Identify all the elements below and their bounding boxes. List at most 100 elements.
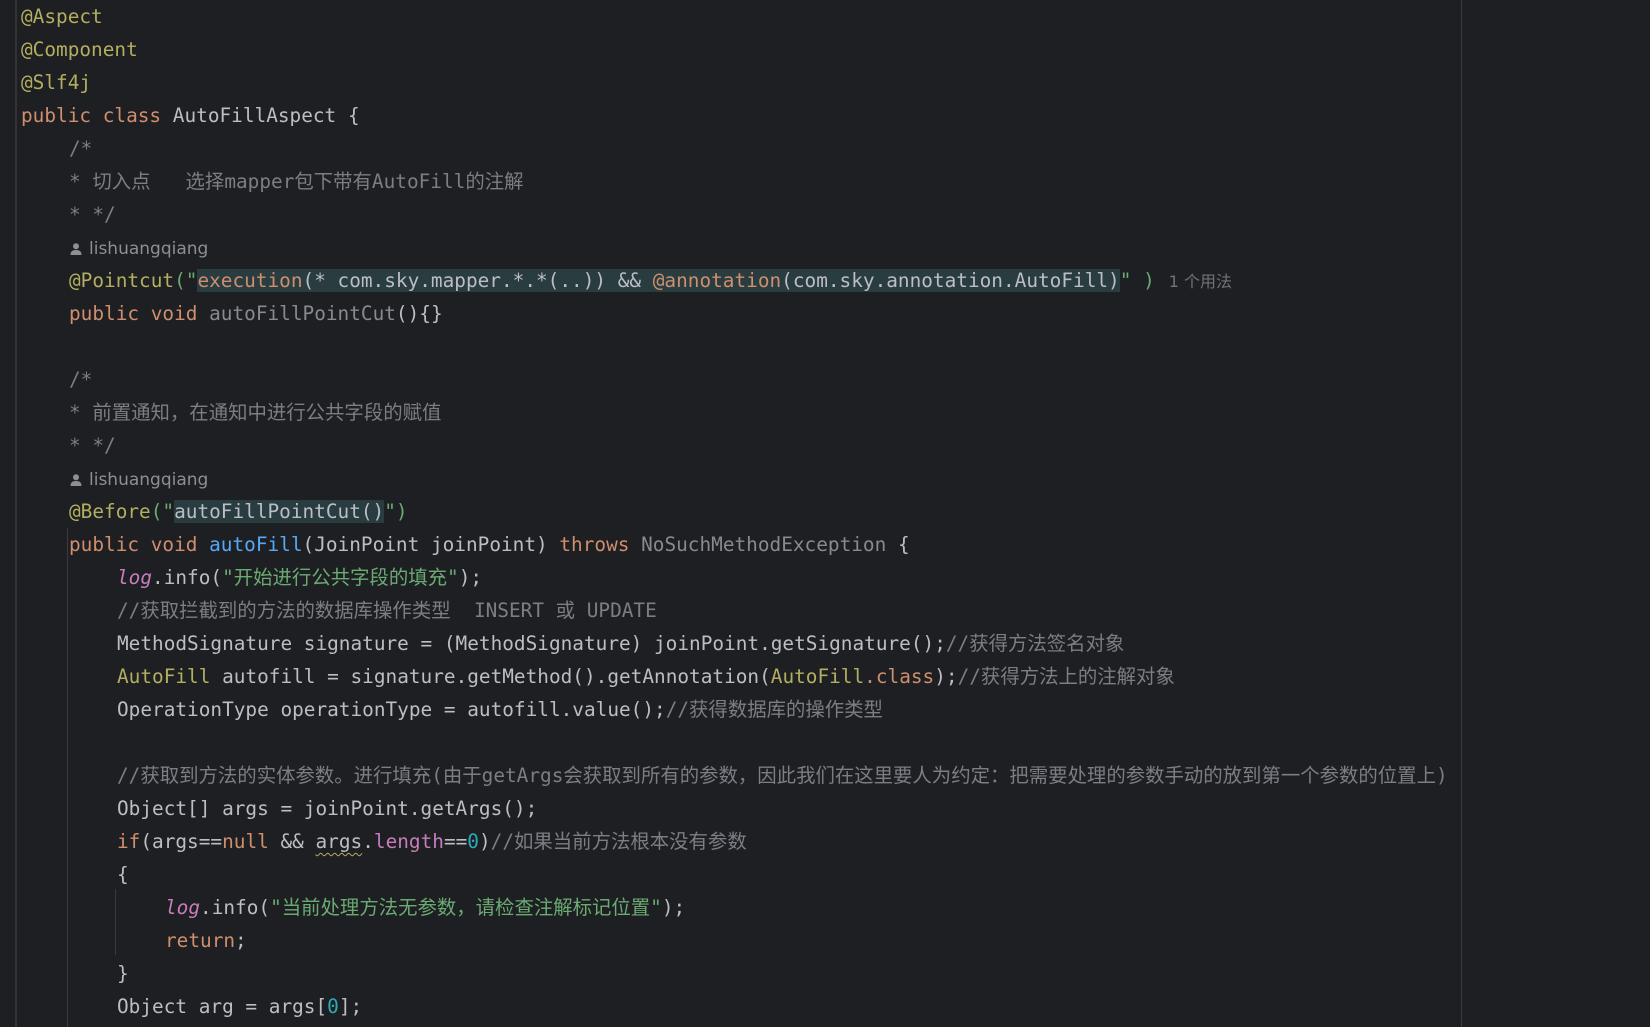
code-text: Object arg = args[ — [117, 995, 328, 1018]
code-line: @Before("autoFillPointCut()") — [21, 495, 1650, 528]
code-text: ) — [478, 830, 491, 853]
annotation: @Aspect — [21, 5, 103, 28]
code-line: @Component — [21, 33, 1650, 66]
comment: //获得数据库的操作类型 — [665, 698, 883, 721]
code-line: log.info("当前处理方法无参数，请检查注解标记位置"); — [21, 891, 1650, 924]
log-field: log — [165, 896, 201, 919]
code-line: @Pointcut("execution(* com.sky.mapper.*.… — [21, 264, 1650, 297]
expression-text: (com.sky.annotation.AutoFill) — [781, 269, 1120, 292]
exception-type: NoSuchMethodException — [641, 533, 887, 556]
code-line: Object arg = args[0]; — [21, 990, 1650, 1023]
code-area[interactable]: @Aspect @Component @Slf4j public class A… — [21, 0, 1650, 1023]
annotation: @Pointcut — [69, 269, 175, 292]
injected-expression: execution(* com.sky.mapper.*.*(..)) && @… — [197, 269, 1120, 292]
comment: //获得方法签名对象 — [945, 632, 1125, 655]
code-line: public void autoFillPointCut(){} — [21, 297, 1650, 330]
string-literal: "当前处理方法无参数，请检查注解标记位置" — [270, 896, 662, 919]
comment-line: * 切入点 选择mapper包下带有AutoFill的注解 — [69, 170, 524, 193]
brace: { — [347, 104, 360, 127]
person-icon — [70, 474, 82, 486]
expression-text: (* com.sky.mapper.*.*(..)) && — [302, 269, 653, 292]
string-delimiter: " ) — [1119, 269, 1155, 292]
method-name: autoFillPointCut — [209, 302, 396, 325]
annotation: @Slf4j — [21, 71, 92, 94]
author-hint[interactable]: lishuangqiang — [21, 462, 1650, 495]
code-text: (args== — [140, 830, 223, 853]
code-text: ]; — [338, 995, 363, 1018]
string-delimiter: (" — [174, 269, 198, 292]
code-line: @Slf4j — [21, 66, 1650, 99]
author-hint[interactable]: lishuangqiang — [21, 231, 1650, 264]
comment: //如果当前方法根本没有参数 — [490, 830, 747, 853]
gutter-edge — [15, 0, 17, 1027]
code-text: autofill = signature.getMethod().getAnno… — [210, 665, 771, 688]
comment-line: * */ — [69, 203, 116, 226]
person-icon — [70, 243, 82, 255]
code-text: MethodSignature signature = (MethodSigna… — [117, 632, 946, 655]
keyword: public — [21, 104, 92, 127]
code-line: @Aspect — [21, 0, 1650, 33]
method-name: autoFill — [209, 533, 303, 556]
code-text: ); — [458, 566, 483, 589]
code-text: .info( — [152, 566, 223, 589]
comment-line: /* — [69, 368, 93, 391]
keyword: execution — [197, 269, 303, 292]
code-text: .info( — [200, 896, 271, 919]
number: 0 — [467, 830, 479, 853]
brace: { — [886, 533, 910, 556]
code-text: ); — [934, 665, 958, 688]
type-name: AutoFill — [770, 665, 865, 688]
keyword: if — [117, 830, 141, 853]
code-line: public void autoFill(JoinPoint joinPoint… — [21, 528, 1650, 561]
code-line: MethodSignature signature = (MethodSigna… — [21, 627, 1650, 660]
code-editor[interactable]: @Aspect @Component @Slf4j public class A… — [0, 0, 1650, 1027]
usages-hint[interactable]: 1 个用法 — [1169, 272, 1232, 291]
keyword: class — [102, 104, 162, 127]
code-text: == — [443, 830, 468, 853]
injected-expression: autoFillPointCut() — [174, 500, 385, 523]
code-line: if(args==null && args.length==0)//如果当前方法… — [21, 825, 1650, 858]
keyword: public — [69, 533, 140, 556]
code-line: OperationType operationType = autofill.v… — [21, 693, 1650, 726]
keyword: return — [165, 929, 236, 952]
author-name: lishuangqiang — [89, 470, 209, 490]
keyword: null — [222, 830, 269, 853]
code-text: ); — [661, 896, 686, 919]
string-delimiter: (" — [150, 500, 175, 523]
comment-line: //获取到方法的实体参数。进行填充(由于getArgs会获取到所有的参数，因此我… — [117, 764, 1448, 787]
keyword: void — [150, 302, 198, 325]
annotation: @Before — [69, 500, 151, 523]
comment-line: * */ — [69, 434, 116, 457]
code-text: OperationType operationType = autofill.v… — [117, 698, 666, 721]
log-field: log — [117, 566, 153, 589]
author-name: lishuangqiang — [89, 239, 209, 259]
code-text: && — [268, 830, 316, 853]
code-text: (JoinPoint joinPoint) — [302, 533, 560, 556]
code-line: } — [117, 962, 129, 985]
comment-line: /* — [69, 137, 93, 160]
annotation: @Component — [21, 38, 138, 61]
field: length — [373, 830, 444, 853]
keyword: void — [150, 533, 198, 556]
number: 0 — [327, 995, 339, 1018]
keyword: @annotation — [652, 269, 782, 292]
code-text: . — [362, 830, 374, 853]
comment-line: //获取拦截到的方法的数据库操作类型 INSERT 或 UPDATE — [117, 599, 657, 622]
string-delimiter: ") — [384, 500, 408, 523]
code-text: ; — [235, 929, 247, 952]
code-line: { — [117, 863, 129, 886]
code-line: log.info("开始进行公共字段的填充"); — [21, 561, 1650, 594]
code-text: (){} — [395, 302, 443, 325]
comment-line: * 前置通知，在通知中进行公共字段的赋值 — [69, 401, 442, 424]
code-line: Object[] args = joinPoint.getArgs(); — [117, 797, 538, 820]
keyword: throws — [559, 533, 630, 556]
warning-underline[interactable]: args — [316, 830, 363, 853]
comment: //获得方法上的注解对象 — [957, 665, 1175, 688]
code-line: public class AutoFillAspect { — [21, 99, 1650, 132]
type-name: AutoFill — [117, 665, 211, 688]
class-name: AutoFillAspect — [172, 104, 337, 127]
code-line: return; — [21, 924, 1650, 957]
code-line: AutoFill autofill = signature.getMethod(… — [21, 660, 1650, 693]
